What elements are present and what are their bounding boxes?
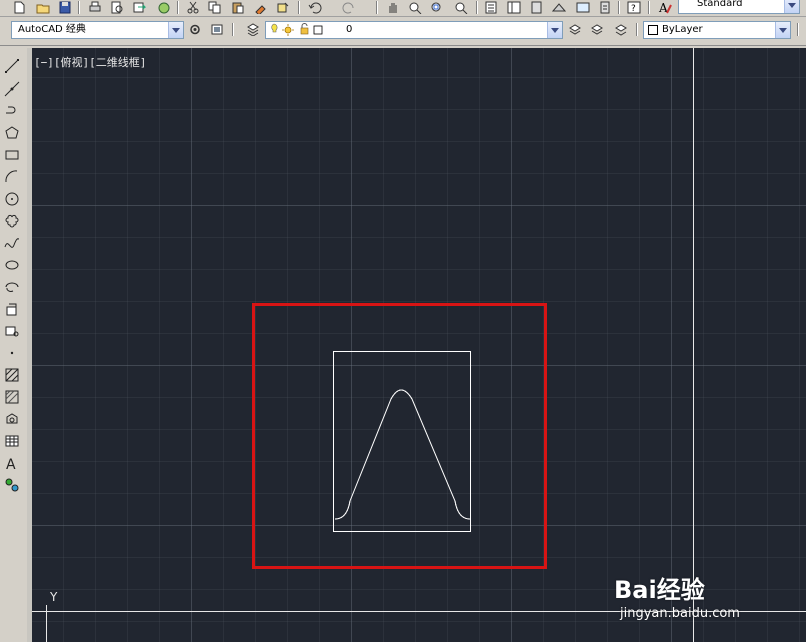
zoom-previous-icon[interactable] <box>452 0 469 14</box>
insert-block-icon[interactable] <box>3 300 21 318</box>
spline-icon[interactable] <box>3 234 21 252</box>
draw-toolbar: A <box>0 48 28 642</box>
color-value: ByLayer <box>662 24 703 35</box>
copy-icon[interactable] <box>206 0 223 14</box>
hatch-icon[interactable] <box>3 366 21 384</box>
text-style-dropdown[interactable]: Standard <box>678 0 800 14</box>
watermark-logo: Bai经验 <box>614 576 705 604</box>
polygon-icon[interactable] <box>3 124 21 142</box>
sheet-set-icon[interactable] <box>550 0 567 14</box>
current-layer-value: 0 <box>346 24 353 35</box>
color-dropdown[interactable]: ByLayer <box>643 21 791 39</box>
construction-line-icon[interactable] <box>3 80 21 98</box>
pan-icon[interactable] <box>384 0 401 14</box>
chevron-down-icon <box>547 22 562 38</box>
text-style-icon[interactable]: A <box>656 0 673 14</box>
zoom-realtime-icon[interactable] <box>406 0 423 14</box>
ellipse-icon[interactable] <box>3 256 21 274</box>
make-block-icon[interactable] <box>3 322 21 340</box>
clean-screen-icon[interactable] <box>208 22 225 36</box>
help-icon[interactable]: ? <box>625 0 642 14</box>
tool-palettes-icon[interactable] <box>528 0 545 14</box>
markup-icon[interactable] <box>574 0 591 14</box>
3d-dwf-icon[interactable] <box>155 0 172 14</box>
chevron-down-icon <box>784 0 799 13</box>
block-editor-icon[interactable] <box>274 0 291 14</box>
workspace-value: AutoCAD 经典 <box>18 24 86 35</box>
new-icon[interactable] <box>10 0 27 14</box>
rectangle-icon[interactable] <box>3 146 21 164</box>
chevron-down-icon <box>168 22 183 38</box>
design-center-icon[interactable] <box>505 0 522 14</box>
crosshair-vertical <box>693 48 694 642</box>
multiline-text-icon[interactable]: A <box>3 454 21 472</box>
ellipse-arc-icon[interactable] <box>3 278 21 296</box>
svg-text:?: ? <box>631 4 636 14</box>
circle-icon[interactable] <box>3 190 21 208</box>
svg-text:A: A <box>6 457 16 471</box>
standard-toolbar: ? A Standard <box>0 0 806 17</box>
polyline-icon[interactable] <box>3 102 21 120</box>
plot-preview-icon[interactable] <box>108 0 125 14</box>
watermark-url: jingyan.baidu.com <box>620 606 740 621</box>
revision-cloud-icon[interactable] <box>3 212 21 230</box>
gradient-icon[interactable] <box>3 388 21 406</box>
arc-icon[interactable] <box>3 168 21 186</box>
watermark: Bai经验 jingyan.baidu.com <box>614 570 740 621</box>
calculator-icon[interactable] <box>596 0 613 14</box>
plot-icon[interactable] <box>86 0 103 14</box>
match-properties-icon[interactable] <box>252 0 269 14</box>
ucs-icon <box>46 605 47 642</box>
chevron-down-icon <box>775 22 790 38</box>
workspace-settings-icon[interactable] <box>186 22 203 36</box>
ucs-y-label: Y <box>50 590 58 604</box>
viewport-controls-label[interactable]: [−][俯视][二维线框] <box>34 54 146 70</box>
add-selected-icon[interactable] <box>3 476 21 494</box>
layer-dropdown[interactable]: 0 <box>265 21 563 39</box>
drawing-canvas[interactable]: [−][俯视][二维线框] Y <box>32 48 806 642</box>
text-style-value: Standard <box>697 0 743 9</box>
layer-state-icon[interactable] <box>612 22 629 36</box>
point-icon[interactable] <box>3 344 21 362</box>
line-icon[interactable] <box>3 57 21 75</box>
paste-icon[interactable] <box>229 0 246 14</box>
color-swatch-icon <box>648 25 658 35</box>
open-icon[interactable] <box>34 0 51 14</box>
workspace-dropdown[interactable]: AutoCAD 经典 <box>11 21 184 39</box>
table-icon[interactable] <box>3 432 21 450</box>
layer-previous-icon[interactable] <box>588 22 605 36</box>
redo-icon[interactable] <box>340 0 357 14</box>
properties-icon[interactable] <box>482 0 499 14</box>
highlight-box <box>252 303 547 569</box>
zoom-window-icon[interactable] <box>428 0 445 14</box>
layer-manager-icon[interactable] <box>244 22 261 36</box>
make-object-layer-current-icon[interactable] <box>566 22 583 36</box>
cut-icon[interactable] <box>184 0 201 14</box>
save-icon[interactable] <box>56 0 73 14</box>
region-icon[interactable] <box>3 410 21 428</box>
publish-icon[interactable] <box>130 0 147 14</box>
workspace-layer-toolbar: AutoCAD 经典 0 ByLayer <box>0 17 806 46</box>
undo-icon[interactable] <box>306 0 323 14</box>
